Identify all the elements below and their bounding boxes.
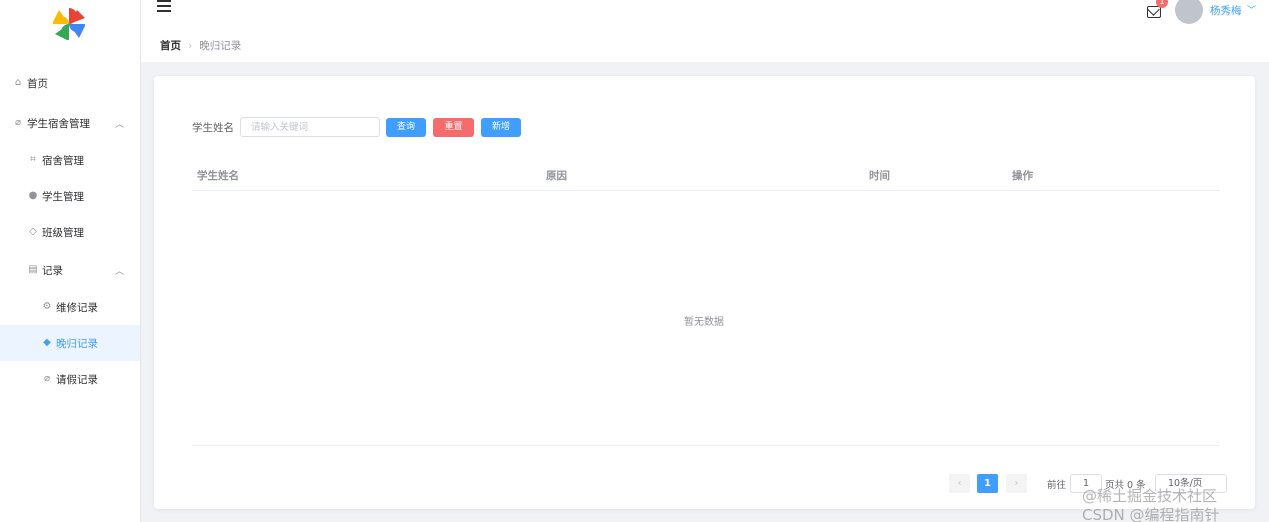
goto-label: 前往 (1047, 480, 1067, 491)
prev-page-button[interactable]: ‹ (949, 474, 970, 493)
add-button[interactable]: 新增 (481, 118, 521, 137)
watermark: @稀土掘金技术社区 CSDN @编程指南针 (1082, 487, 1220, 522)
paperclip-icon: ⌀ (14, 117, 22, 128)
tag-icon: ◆ (43, 337, 51, 348)
mail-icon[interactable] (1147, 6, 1161, 18)
sidebar-item-label: 班级管理 (42, 226, 84, 239)
header: 首页 › 晚归记录 1 杨秀梅 ﹀ (141, 0, 1269, 62)
watermark-line: CSDN @编程指南针 (1082, 505, 1220, 522)
column-header-reason: 原因 (546, 170, 567, 182)
breadcrumb: 首页 › 晚归记录 (160, 38, 241, 53)
next-page-button[interactable]: › (1006, 474, 1027, 493)
query-button[interactable]: 查询 (386, 118, 426, 137)
paperclip-icon: ⌀ (43, 373, 51, 384)
sidebar-item-label: 学生宿舍管理 (27, 117, 90, 130)
search-input[interactable] (240, 117, 380, 137)
column-header-student-name: 学生姓名 (197, 170, 239, 182)
sidebar-item-leave-records[interactable]: ⌀ 请假记录 (0, 361, 140, 397)
column-header-actions: 操作 (1012, 170, 1033, 182)
reset-button[interactable]: 重置 (433, 118, 474, 137)
avatar[interactable] (1175, 0, 1203, 24)
sidebar-item-classes[interactable]: ◇ 班级管理 (0, 214, 140, 250)
table-bottom-divider (192, 445, 1220, 446)
crop-icon: ⌗ (30, 154, 36, 165)
breadcrumb-separator-icon: › (188, 39, 193, 52)
sidebar-item-dormitory[interactable]: ⌗ 宿舍管理 (0, 142, 140, 178)
chevron-up-icon: ︿ (114, 266, 124, 277)
notification-badge: 1 (1156, 0, 1168, 8)
user-icon: ● (28, 190, 38, 201)
search-label: 学生姓名 (192, 122, 234, 134)
sidebar-item-late-return-records[interactable]: ◆ 晚归记录 (0, 325, 140, 361)
watermark-line: @稀土掘金技术社区 (1082, 487, 1218, 505)
sidebar-item-label: 学生管理 (42, 190, 84, 203)
home-icon: ⌂ (14, 77, 22, 88)
sidebar-item-label: 维修记录 (56, 301, 98, 314)
sidebar-item-students[interactable]: ● 学生管理 (0, 178, 140, 214)
empty-state-text: 暂无数据 (684, 317, 724, 328)
breadcrumb-home[interactable]: 首页 (160, 38, 181, 53)
graduation-icon: ◇ (29, 226, 37, 237)
chevron-up-icon: ︿ (114, 119, 124, 130)
breadcrumb-current: 晚归记录 (199, 40, 242, 52)
sidebar-item-label: 记录 (42, 264, 63, 277)
app-logo (53, 8, 85, 40)
sidebar-item-records[interactable]: ▤ 记录 ︿ (0, 252, 140, 288)
sidebar-item-label: 晚归记录 (56, 337, 98, 350)
page-number-button[interactable]: 1 (977, 474, 998, 493)
sidebar-item-label: 请假记录 (56, 373, 98, 386)
username[interactable]: 杨秀梅 (1210, 3, 1242, 18)
sidebar: ⌂ 首页 ⌀ 学生宿舍管理 ︿ ⌗ 宿舍管理 ● 学生管理 ◇ 班级管理 ▤ 记… (0, 0, 141, 522)
sidebar-item-label: 宿舍管理 (42, 154, 84, 167)
sidebar-item-dorm-management[interactable]: ⌀ 学生宿舍管理 ︿ (0, 105, 140, 141)
table-header-divider (192, 190, 1220, 191)
sidebar-item-repair-records[interactable]: ⚙ 维修记录 (0, 289, 140, 325)
document-icon: ▤ (28, 264, 38, 275)
chevron-down-icon[interactable]: ﹀ (1247, 3, 1256, 16)
column-header-time: 时间 (869, 170, 890, 182)
sidebar-item-label: 首页 (27, 77, 48, 90)
sidebar-item-home[interactable]: ⌂ 首页 (0, 65, 140, 101)
menu-toggle-icon[interactable] (157, 0, 171, 12)
gear-icon: ⚙ (42, 301, 52, 312)
